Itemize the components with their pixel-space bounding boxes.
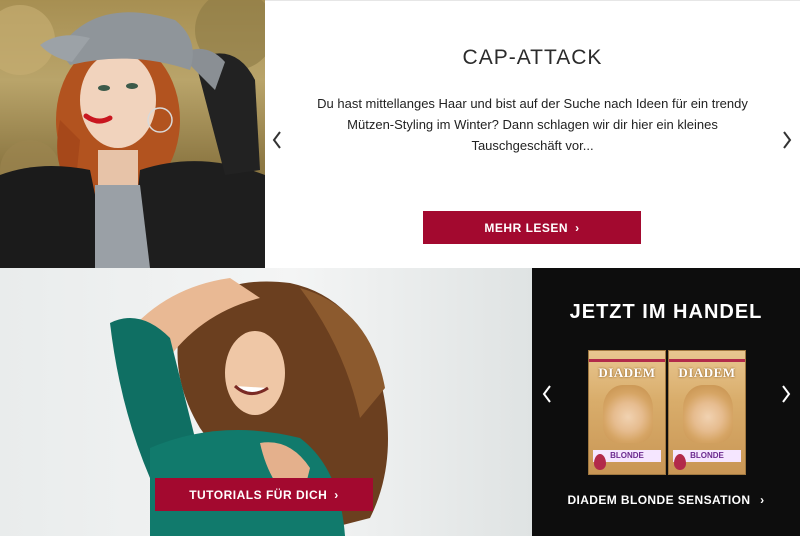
- product-band: [589, 359, 665, 362]
- shop-prev-button[interactable]: [537, 381, 557, 407]
- tutorials-label: TUTORIALS FÜR DICH: [189, 487, 328, 502]
- chevron-right-icon: [783, 131, 792, 149]
- chevron-left-icon: [542, 385, 551, 403]
- product-box[interactable]: DIADEM BLONDE: [588, 350, 666, 475]
- chevron-left-icon: [272, 131, 281, 149]
- chevron-right-icon: [782, 385, 791, 403]
- hero-illustration: [0, 0, 265, 268]
- shop-next-button[interactable]: [776, 381, 796, 407]
- chevron-right-icon: ›: [575, 220, 580, 235]
- color-drop-icon: [674, 454, 686, 470]
- product-brand: DIADEM: [678, 365, 736, 380]
- tutorials-button[interactable]: TUTORIALS FÜR DICH ›: [155, 478, 373, 511]
- product-brand: DIADEM: [598, 365, 656, 380]
- product-box[interactable]: DIADEM BLONDE: [668, 350, 746, 475]
- product-model-image: [683, 385, 733, 443]
- product-link[interactable]: DIADEM BLONDE SENSATION ›: [532, 493, 800, 507]
- hero-photo-woman-cap: [0, 0, 265, 268]
- read-more-label: MEHR LESEN: [484, 220, 569, 235]
- article-description: Du hast mittellanges Haar und bist auf d…: [317, 96, 748, 153]
- chevron-right-icon: ›: [760, 493, 765, 507]
- article-teaser: CAP-ATTACK Du hast mittellanges Haar und…: [265, 0, 800, 268]
- read-more-button[interactable]: MEHR LESEN ›: [423, 211, 641, 244]
- article-next-button[interactable]: [777, 127, 797, 153]
- product-band: [669, 359, 745, 362]
- product-name: DIADEM BLONDE SENSATION: [567, 493, 751, 507]
- chevron-right-icon: ›: [334, 487, 339, 502]
- tutorials-teaser: TUTORIALS FÜR DICH ›: [0, 268, 532, 536]
- color-drop-icon: [594, 454, 606, 470]
- shop-title: JETZT IM HANDEL: [569, 301, 763, 323]
- article-prev-button[interactable]: [267, 127, 287, 153]
- now-in-stores-panel: JETZT IM HANDEL DIADEM BLONDE DIADEM BLO…: [532, 268, 800, 536]
- article-title: CAP-ATTACK: [462, 46, 603, 69]
- product-model-image: [603, 385, 653, 443]
